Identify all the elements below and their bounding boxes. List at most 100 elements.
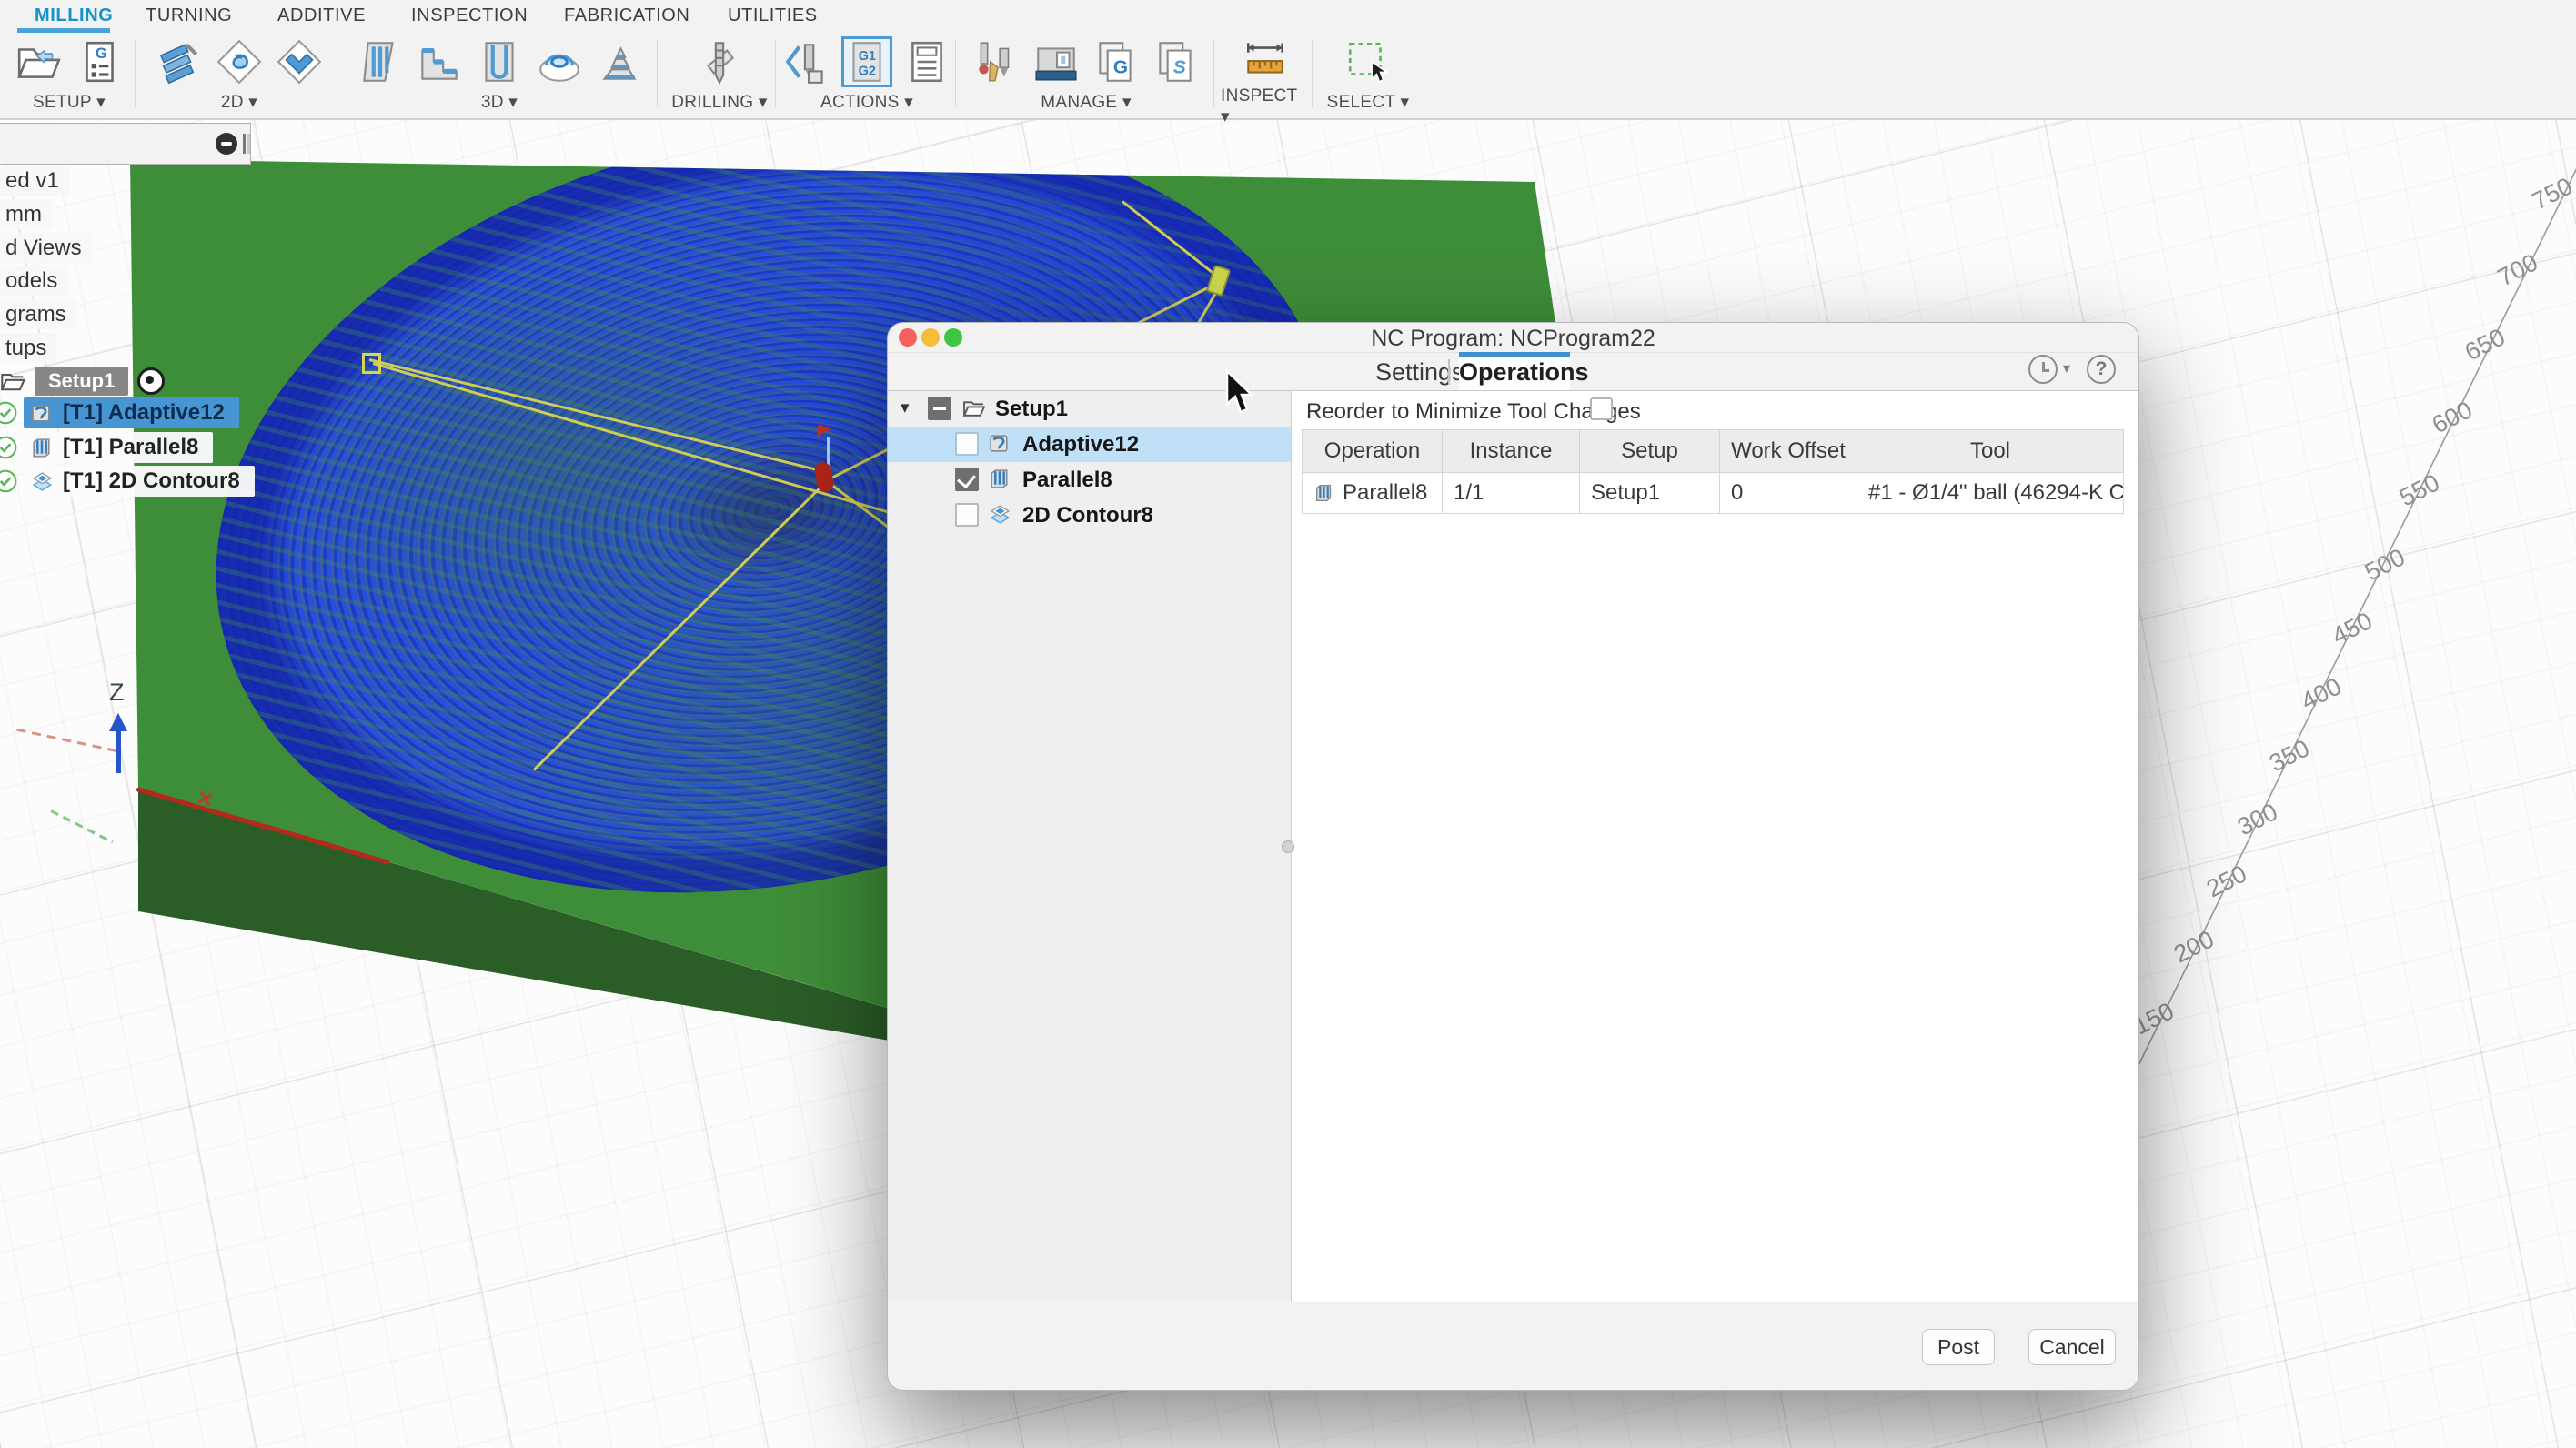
3d-morph-icon[interactable]: [535, 37, 584, 86]
browser-op-2dcontour8[interactable]: [T1] 2D Contour8: [0, 465, 255, 498]
tab-utilities[interactable]: UTILITIES: [728, 5, 818, 26]
group-manage: G S MANAGE ▾: [962, 35, 1210, 115]
collapse-caret-icon[interactable]: ▾: [901, 397, 910, 418]
generated-check-icon: [0, 436, 17, 459]
tab-fabrication[interactable]: FABRICATION: [564, 5, 689, 26]
help-icon[interactable]: ?: [2087, 355, 2116, 384]
chevron-down-icon[interactable]: ▾: [2063, 359, 2070, 377]
group-label-drilling[interactable]: DRILLING ▾: [671, 92, 767, 113]
setup1-label[interactable]: Setup1: [35, 367, 129, 396]
tree-2dcontour8-label[interactable]: 2D Contour8: [1022, 503, 1153, 528]
browser-item-setup1[interactable]: Setup1: [0, 364, 166, 398]
z-axis-label: Z: [109, 679, 125, 706]
nc-program-icon[interactable]: G: [75, 37, 124, 86]
tab-milling[interactable]: MILLING: [35, 5, 113, 26]
operations-table: Operation Instance Setup Work Offset Too…: [1302, 429, 2124, 514]
tab-settings[interactable]: Settings: [1375, 358, 1464, 387]
tab-operations[interactable]: Operations: [1459, 352, 1589, 390]
new-setup-icon[interactable]: [15, 37, 64, 86]
tab-inspection[interactable]: INSPECTION: [411, 5, 528, 26]
toolbar-separator: [135, 40, 136, 107]
ruler-label: 550: [2394, 468, 2444, 512]
history-icon[interactable]: [2028, 355, 2058, 384]
group-label-manage[interactable]: MANAGE ▾: [1041, 92, 1132, 113]
y-axis-dashed-line: [50, 809, 114, 844]
group-label-3d[interactable]: 3D ▾: [481, 92, 518, 113]
simulate-icon[interactable]: [782, 37, 831, 86]
table-row[interactable]: Parallel8 1/1 Setup1 0 #1 - Ø1/4" ball (…: [1302, 472, 2124, 514]
3d-spiral-icon[interactable]: [595, 37, 644, 86]
dialog-body: ▾ Setup1 Adaptive12 Parallel8 2D Contour…: [888, 390, 2138, 1302]
browser-item-named-views[interactable]: d Views: [0, 233, 93, 263]
dialog-title: NC Program: NCProgram22: [1371, 326, 1655, 351]
collapse-browser-icon[interactable]: [216, 133, 237, 155]
3d-steps-icon[interactable]: [415, 37, 464, 86]
template-library-icon[interactable]: S: [1152, 37, 1201, 86]
browser-header-bar: [0, 123, 251, 165]
col-tool[interactable]: Tool: [1857, 429, 2124, 473]
group-label-2d[interactable]: 2D ▾: [221, 92, 257, 113]
3d-pocket-icon[interactable]: [475, 37, 524, 86]
panel-splitter-handle[interactable]: [1282, 840, 1294, 853]
2d-face-icon[interactable]: [275, 37, 324, 86]
reorder-checkbox[interactable]: [1590, 397, 1613, 420]
col-operation[interactable]: Operation: [1302, 429, 1443, 473]
group-2d: 2D ▾: [144, 35, 335, 115]
group-label-inspect[interactable]: INSPECT ▾: [1221, 86, 1310, 127]
browser-item-document[interactable]: ed v1: [0, 166, 70, 196]
machine-library-icon[interactable]: [1031, 37, 1081, 86]
post-library-icon[interactable]: G: [1092, 37, 1141, 86]
3d-steep-icon[interactable]: [355, 37, 404, 86]
post-button[interactable]: Post: [1922, 1329, 1995, 1365]
group-3d: 3D ▾: [346, 35, 653, 115]
browser-item-models[interactable]: odels: [0, 266, 69, 296]
2d-pocket-icon[interactable]: [215, 37, 264, 86]
col-instance[interactable]: Instance: [1442, 429, 1580, 473]
drill-icon[interactable]: [695, 37, 744, 86]
fusion-manufacture-window: MILLING TURNING ADDITIVE INSPECTION FABR…: [0, 0, 2576, 1448]
cancel-button[interactable]: Cancel: [2028, 1329, 2116, 1365]
group-label-actions[interactable]: ACTIONS ▾: [820, 92, 913, 113]
tool-library-icon[interactable]: [971, 37, 1021, 86]
operations-tree-panel: ▾ Setup1 Adaptive12 Parallel8 2D Contour…: [888, 391, 1292, 1302]
browser-op-adaptive12[interactable]: [T1] Adaptive12: [0, 397, 239, 429]
parallel8-checkbox[interactable]: [955, 468, 979, 491]
op-label[interactable]: [T1] Adaptive12: [63, 400, 225, 426]
ruler-label: 200: [2168, 925, 2219, 969]
active-tab-underline: [17, 28, 110, 33]
tab-divider: [1448, 359, 1450, 385]
tree-parallel8-label[interactable]: Parallel8: [1022, 468, 1112, 493]
setup1-checkbox[interactable]: [928, 397, 951, 420]
tree-setup1-label[interactable]: Setup1: [995, 397, 1068, 422]
svg-text:G1: G1: [859, 49, 876, 64]
tree-row-2dcontour8[interactable]: 2D Contour8: [888, 498, 1291, 533]
2dcontour8-checkbox[interactable]: [955, 503, 979, 527]
browser-resize-handle[interactable]: [243, 134, 246, 154]
group-label-setup[interactable]: SETUP ▾: [33, 92, 106, 113]
browser-item-units[interactable]: mm: [0, 199, 53, 229]
active-tab-indicator: [1459, 352, 1570, 357]
col-work-offset[interactable]: Work Offset: [1719, 429, 1857, 473]
active-setup-radio-icon[interactable]: [137, 367, 166, 395]
tree-adaptive12-label[interactable]: Adaptive12: [1022, 432, 1139, 458]
2d-adaptive-icon[interactable]: [155, 37, 204, 86]
select-icon[interactable]: [1343, 37, 1393, 86]
setup-sheet-icon[interactable]: [902, 37, 951, 86]
post-process-icon[interactable]: G1 G2: [841, 36, 892, 87]
op-label[interactable]: [T1] 2D Contour8: [63, 468, 240, 494]
browser-item-setups[interactable]: tups: [0, 333, 58, 363]
tab-additive[interactable]: ADDITIVE: [277, 5, 366, 26]
col-setup[interactable]: Setup: [1579, 429, 1720, 473]
adaptive12-checkbox[interactable]: [955, 432, 979, 456]
browser-item-nc-programs[interactable]: grams: [0, 299, 77, 329]
dialog-titlebar[interactable]: NC Program: NCProgram22: [888, 323, 2138, 353]
op-label[interactable]: [T1] Parallel8: [63, 435, 198, 460]
tab-turning[interactable]: TURNING: [146, 5, 232, 26]
tree-row-adaptive12[interactable]: Adaptive12: [888, 427, 1291, 462]
group-setup: G SETUP ▾: [5, 35, 133, 115]
browser-op-parallel8[interactable]: [T1] Parallel8: [0, 431, 214, 464]
group-label-select[interactable]: SELECT ▾: [1327, 92, 1410, 113]
tree-row-parallel8[interactable]: Parallel8: [888, 462, 1291, 498]
measure-icon[interactable]: [1241, 35, 1290, 84]
group-drilling: DRILLING ▾: [668, 35, 771, 115]
